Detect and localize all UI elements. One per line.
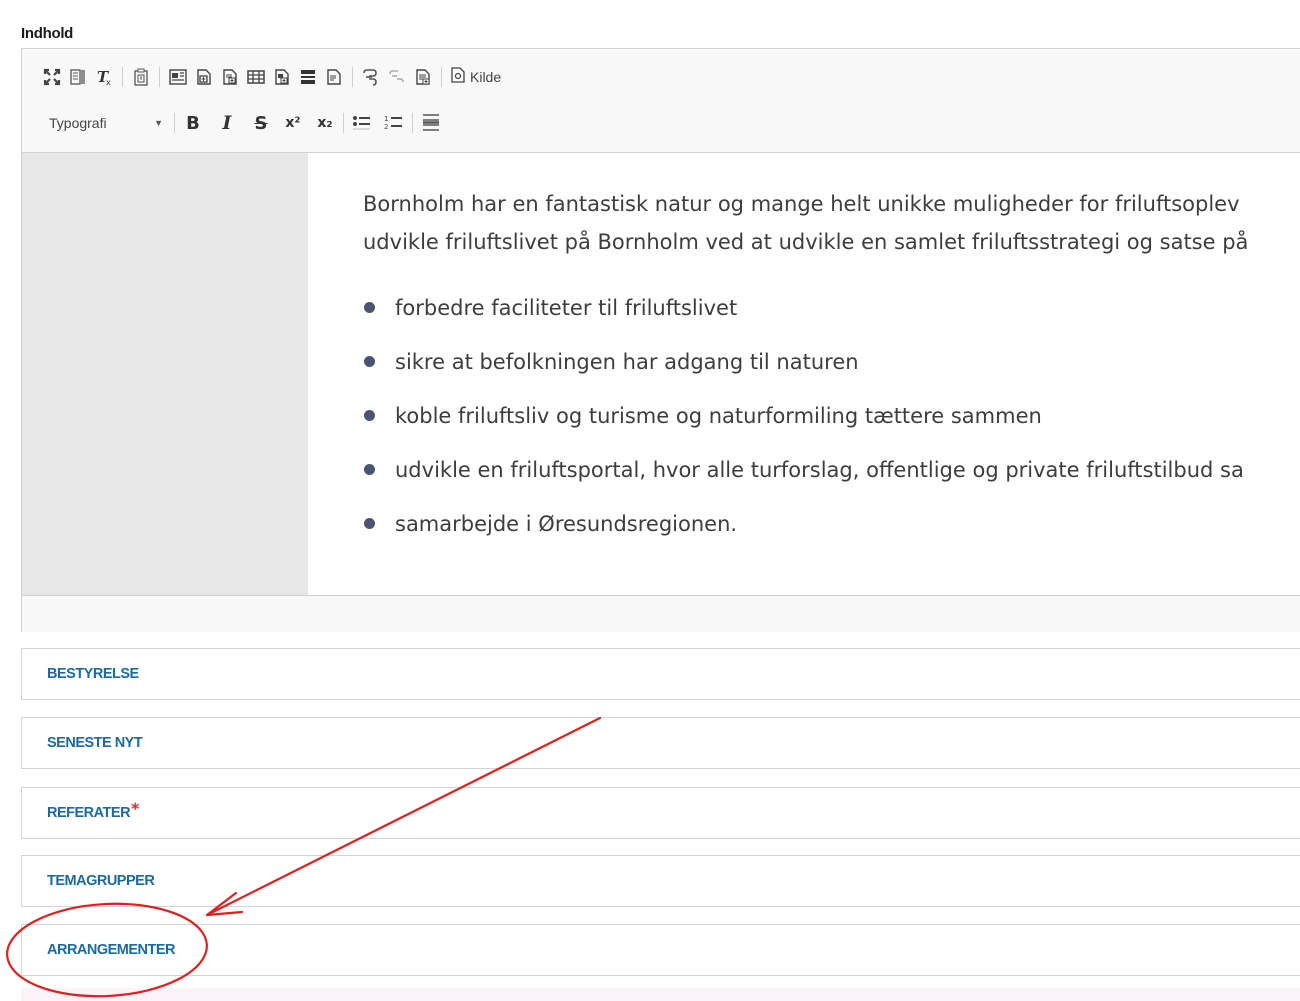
source-icon bbox=[451, 67, 465, 87]
superscript-button[interactable]: x² bbox=[280, 110, 306, 136]
list-item: sikre at befolkningen har adgang til nat… bbox=[363, 343, 1244, 397]
format-dropdown-label: Typografi bbox=[49, 115, 107, 131]
list-item-text: udvikle en friluftsportal, hvor alle tur… bbox=[395, 458, 1244, 482]
italic-icon: I bbox=[222, 112, 232, 134]
list-item: udvikle en friluftsportal, hvor alle tur… bbox=[363, 451, 1244, 505]
source-button[interactable]: Kilde bbox=[447, 64, 505, 90]
section-seneste-nyt[interactable]: SENESTE NYT bbox=[21, 717, 1300, 769]
editor-status-bar bbox=[22, 595, 1300, 632]
subscript-icon: x₂ bbox=[317, 115, 333, 131]
toolbar-row-2: Typografi ▼ B I S x² x₂ 12 bbox=[43, 107, 444, 139]
horizontal-rule-block-icon[interactable] bbox=[295, 64, 321, 90]
bold-icon: B bbox=[186, 112, 200, 134]
list-item-text: samarbejde i Øresundsregionen. bbox=[395, 512, 738, 536]
list-item-text: sikre at befolkningen har adgang til nat… bbox=[395, 350, 859, 374]
insert-block-icon[interactable] bbox=[321, 64, 347, 90]
section-label: REFERATER bbox=[47, 805, 131, 821]
editor-content-area[interactable]: Bornholm har en fantastisk natur og mang… bbox=[22, 153, 1300, 595]
toolbar-separator bbox=[412, 113, 413, 133]
chevron-down-icon: ▼ bbox=[154, 118, 163, 128]
section-label: BESTYRELSE bbox=[47, 666, 139, 682]
bullet-dot-icon bbox=[364, 356, 375, 367]
bullet-dot-icon bbox=[364, 410, 375, 421]
list-item-text: forbedre faciliteter til friluftslivet bbox=[395, 296, 738, 320]
paragraph-line: udvikle friluftslivet på Bornholm ved at… bbox=[363, 230, 1249, 254]
italic-button[interactable]: I bbox=[214, 110, 240, 136]
paste-from-word-icon[interactable] bbox=[128, 64, 154, 90]
bullet-dot-icon bbox=[364, 518, 375, 529]
numbered-list-icon: 12 bbox=[384, 115, 402, 131]
show-blocks-icon[interactable] bbox=[65, 64, 91, 90]
rich-text-editor[interactable]: Tx Kilde Typografi ▼ B I S x² x₂ 1 2 Bor… bbox=[21, 48, 1300, 632]
embed-icon[interactable] bbox=[410, 64, 436, 90]
bold-button[interactable]: B bbox=[180, 110, 206, 136]
toolbar-separator bbox=[159, 67, 160, 87]
toolbar-separator bbox=[352, 67, 353, 87]
link-icon[interactable] bbox=[358, 64, 384, 90]
toolbar-separator bbox=[174, 113, 175, 133]
editor-toolbar: Tx Kilde Typografi ▼ B I S x² x₂ 1 2 bbox=[22, 49, 1300, 153]
unlink-icon[interactable] bbox=[384, 64, 410, 90]
svg-text:1: 1 bbox=[384, 115, 388, 123]
toolbar-row-1: Tx Kilde bbox=[39, 61, 505, 93]
strikethrough-button[interactable]: S bbox=[248, 110, 274, 136]
section-label: TEMAGRUPPER bbox=[47, 873, 155, 889]
maximize-icon[interactable] bbox=[39, 64, 65, 90]
source-label: Kilde bbox=[470, 69, 502, 85]
section-arrangementer[interactable]: ARRANGEMENTER bbox=[21, 924, 1300, 976]
svg-text:x: x bbox=[106, 78, 111, 86]
bulleted-list-icon bbox=[353, 116, 370, 130]
section-temagrupper[interactable]: TEMAGRUPPER bbox=[21, 855, 1300, 907]
bulleted-list-button[interactable] bbox=[349, 110, 375, 136]
list-item: samarbejde i Øresundsregionen. bbox=[363, 505, 1244, 559]
editor-document-page[interactable]: Bornholm har en fantastisk natur og mang… bbox=[308, 153, 1300, 595]
required-marker: * bbox=[131, 798, 140, 818]
numbered-list-button[interactable]: 12 bbox=[381, 110, 407, 136]
insert-block-icon[interactable] bbox=[217, 64, 243, 90]
toolbar-separator bbox=[122, 67, 123, 87]
bullet-dot-icon bbox=[364, 302, 375, 313]
list-item-text: koble friluftsliv og turisme og naturfor… bbox=[395, 404, 1042, 428]
horizontal-line-button[interactable] bbox=[418, 110, 444, 136]
section-bestyrelse[interactable]: BESTYRELSE bbox=[21, 648, 1300, 700]
next-section-edge bbox=[21, 988, 1300, 1001]
svg-text:2: 2 bbox=[384, 123, 388, 131]
toolbar-separator bbox=[343, 113, 344, 133]
toolbar-separator bbox=[441, 67, 442, 87]
insert-block-icon[interactable] bbox=[191, 64, 217, 90]
subscript-button[interactable]: x₂ bbox=[312, 110, 338, 136]
content-bullet-list: forbedre faciliteter til friluftslivet s… bbox=[363, 289, 1244, 559]
format-dropdown[interactable]: Typografi ▼ bbox=[43, 110, 169, 136]
remove-format-icon[interactable]: Tx bbox=[91, 64, 117, 90]
field-label-indhold: Indhold bbox=[21, 25, 74, 42]
paragraph-line: Bornholm har en fantastisk natur og mang… bbox=[363, 192, 1240, 216]
strikethrough-icon: S bbox=[254, 112, 268, 134]
section-referater[interactable]: REFERATER * bbox=[21, 787, 1300, 839]
insert-block-icon[interactable] bbox=[269, 64, 295, 90]
section-label: SENESTE NYT bbox=[47, 735, 143, 751]
table-icon[interactable] bbox=[243, 64, 269, 90]
template-icon[interactable] bbox=[165, 64, 191, 90]
list-item: forbedre faciliteter til friluftslivet bbox=[363, 289, 1244, 343]
section-label: ARRANGEMENTER bbox=[47, 942, 176, 958]
bullet-dot-icon bbox=[364, 464, 375, 475]
content-paragraph: Bornholm har en fantastisk natur og mang… bbox=[363, 185, 1300, 261]
list-item: koble friluftsliv og turisme og naturfor… bbox=[363, 397, 1244, 451]
superscript-icon: x² bbox=[285, 115, 301, 131]
horizontal-line-icon bbox=[423, 114, 439, 131]
